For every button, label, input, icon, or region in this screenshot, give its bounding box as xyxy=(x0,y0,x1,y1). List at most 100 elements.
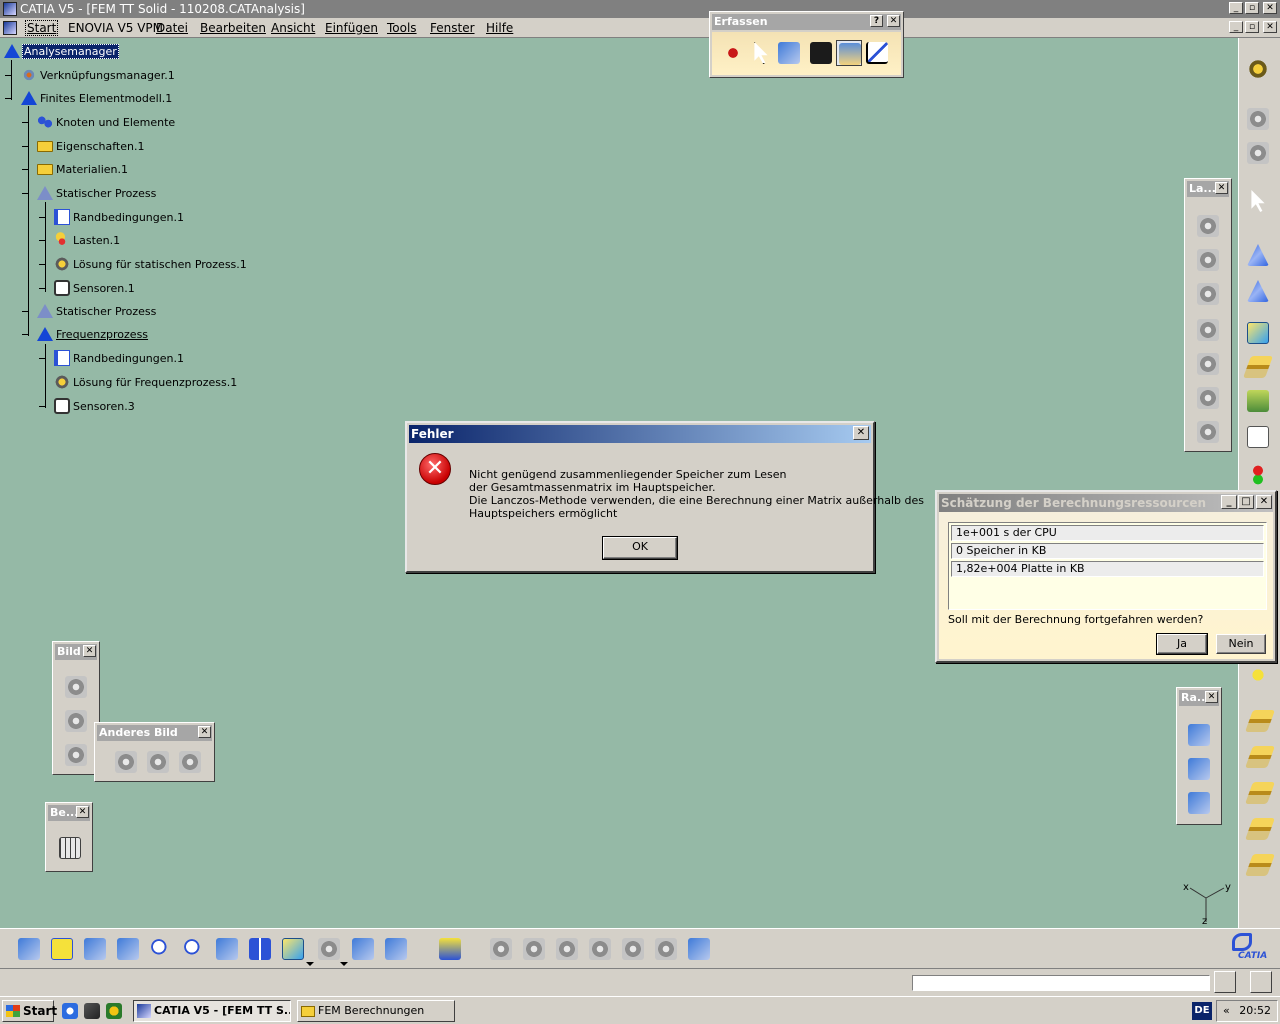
album-button[interactable] xyxy=(808,40,834,66)
la-tool-1[interactable] xyxy=(1195,213,1221,239)
command-input[interactable] xyxy=(912,975,1210,991)
clamp-button[interactable] xyxy=(1186,722,1212,748)
yes-button[interactable]: Ja xyxy=(1156,633,1208,655)
tree-node-loesung-statisch[interactable]: Lösung für statischen Prozess.1 xyxy=(54,256,248,272)
load-tool[interactable] xyxy=(1245,662,1271,688)
tree-node-randbedingungen[interactable]: Randbedingungen.1 xyxy=(54,209,185,225)
document-icon[interactable] xyxy=(3,21,17,35)
menu-datei[interactable]: Datei xyxy=(156,21,188,35)
tree-node-loesung-frequenz[interactable]: Lösung für Frequenzprozess.1 xyxy=(54,374,238,390)
dialog-close-button[interactable]: ✕ xyxy=(853,426,869,440)
zoom-in-button[interactable] xyxy=(148,936,174,962)
axis-restraint-button[interactable] xyxy=(1186,790,1212,816)
la-tool-4[interactable] xyxy=(1195,317,1221,343)
restore-button[interactable]: ▫ xyxy=(1245,2,1259,14)
close-toolbar-button[interactable]: ✕ xyxy=(1205,691,1218,703)
analysis-tool-2[interactable] xyxy=(521,936,547,962)
tree-node-analysemanager[interactable]: Analysemanager xyxy=(4,43,119,59)
close-toolbar-button[interactable]: ✕ xyxy=(1215,182,1228,194)
compute-button[interactable] xyxy=(57,835,83,861)
swap-visible-button[interactable] xyxy=(383,936,409,962)
bild-tool-3[interactable] xyxy=(63,742,89,768)
analysis-tool-1[interactable] xyxy=(488,936,514,962)
mesh-tool-2[interactable] xyxy=(1245,278,1271,304)
fit-all-button[interactable] xyxy=(49,936,75,962)
tree-node-fe-model[interactable]: Finites Elementmodell.1 xyxy=(21,90,173,106)
analysis-tool-6[interactable] xyxy=(653,936,679,962)
ie-icon[interactable] xyxy=(62,1003,78,1019)
spec-tree-button[interactable] xyxy=(437,936,463,962)
la-tool-3[interactable] xyxy=(1195,281,1221,307)
tree-node-randbedingungen-2[interactable]: Randbedingungen.1 xyxy=(54,350,185,366)
menu-bearbeiten[interactable]: Bearbeiten xyxy=(200,21,266,35)
status-button-2[interactable] xyxy=(1250,971,1272,993)
analysis-tool-5[interactable] xyxy=(620,936,646,962)
sheet-tool-4[interactable] xyxy=(1244,816,1276,842)
la-tool-6[interactable] xyxy=(1195,385,1221,411)
desktop-icon[interactable] xyxy=(84,1003,100,1019)
menu-tools[interactable]: Tools xyxy=(387,21,417,35)
menu-einfuegen[interactable]: Einfügen xyxy=(325,21,378,35)
taskbar-catia[interactable]: CATIA V5 - [FEM TT S... xyxy=(133,1000,291,1022)
close-toolbar-button[interactable]: ✕ xyxy=(887,15,900,27)
hide-show-button[interactable] xyxy=(350,936,376,962)
start-button[interactable]: Start xyxy=(2,1000,57,1022)
bild-tool-1[interactable] xyxy=(63,674,89,700)
la-tool-7[interactable] xyxy=(1195,419,1221,445)
menu-enovia[interactable]: ENOVIA V5 VPM xyxy=(68,21,163,35)
media-player-icon[interactable] xyxy=(106,1003,122,1019)
close-toolbar-button[interactable]: ✕ xyxy=(76,806,89,818)
dialog-maximize-button[interactable]: □ xyxy=(1238,495,1254,509)
capture-options-button[interactable] xyxy=(776,40,802,66)
zoom-out-button[interactable] xyxy=(181,936,207,962)
menu-hilfe[interactable]: Hilfe xyxy=(486,21,513,35)
tree-node-sensoren[interactable]: Sensoren.1 xyxy=(54,280,136,296)
multi-view-button[interactable] xyxy=(247,936,273,962)
normal-view-button[interactable] xyxy=(214,936,240,962)
bild-tool-2[interactable] xyxy=(63,708,89,734)
catia-app-icon[interactable] xyxy=(3,2,17,16)
anderes-bild-tool-1[interactable] xyxy=(113,749,139,775)
picture-mode-button[interactable] xyxy=(836,40,862,66)
tree-node-materialien[interactable]: Materialien.1 xyxy=(37,161,129,177)
workbench-button[interactable] xyxy=(1245,56,1271,82)
iso-view-button[interactable] xyxy=(280,936,306,962)
sheet-tool-1[interactable] xyxy=(1244,708,1276,734)
record-button[interactable] xyxy=(720,40,746,66)
fly-mode-button[interactable] xyxy=(16,936,42,962)
analysis-tool-4[interactable] xyxy=(587,936,613,962)
la-tool-5[interactable] xyxy=(1195,351,1221,377)
property-tool[interactable] xyxy=(1245,320,1271,346)
status-button-1[interactable] xyxy=(1214,971,1236,993)
help-button[interactable]: ? xyxy=(870,15,883,27)
restraint-button[interactable] xyxy=(1186,756,1212,782)
anderes-bild-tool-2[interactable] xyxy=(145,749,171,775)
shell-property-tool[interactable] xyxy=(1242,354,1274,380)
rotate-button[interactable] xyxy=(115,936,141,962)
select-button[interactable] xyxy=(748,40,774,66)
menu-ansicht[interactable]: Ansicht xyxy=(271,21,315,35)
mesh-tool-1[interactable] xyxy=(1245,242,1271,268)
menu-fenster[interactable]: Fenster xyxy=(430,21,475,35)
dialog-close-button[interactable]: ✕ xyxy=(1256,495,1272,509)
chart-button[interactable] xyxy=(864,40,890,66)
traffic-light-tool[interactable] xyxy=(1245,462,1271,488)
menu-start[interactable]: Start xyxy=(25,20,59,36)
analysis-tool-3[interactable] xyxy=(554,936,580,962)
material-tool[interactable] xyxy=(1245,388,1271,414)
doc-minimize-button[interactable]: _ xyxy=(1229,21,1243,33)
taskbar-fem-berechnungen[interactable]: FEM Berechnungen xyxy=(297,1000,455,1022)
doc-close-button[interactable]: ✕ xyxy=(1263,21,1277,33)
document-tool[interactable] xyxy=(1245,424,1271,450)
sheet-tool-5[interactable] xyxy=(1244,852,1276,878)
tree-node-frequenzprozess[interactable]: Frequenzprozess xyxy=(37,326,149,342)
tree-node-sensoren-3[interactable]: Sensoren.3 xyxy=(54,398,136,414)
language-indicator[interactable]: DE xyxy=(1192,1002,1212,1020)
ok-button[interactable]: OK xyxy=(602,536,678,560)
tree-tool-1[interactable] xyxy=(1245,106,1271,132)
la-tool-2[interactable] xyxy=(1195,247,1221,273)
tree-node-knoten-elemente[interactable]: Knoten und Elemente xyxy=(37,114,176,130)
tree-node-lasten[interactable]: Lasten.1 xyxy=(54,232,121,248)
close-button[interactable]: ✕ xyxy=(1263,2,1277,14)
anderes-bild-tool-3[interactable] xyxy=(177,749,203,775)
